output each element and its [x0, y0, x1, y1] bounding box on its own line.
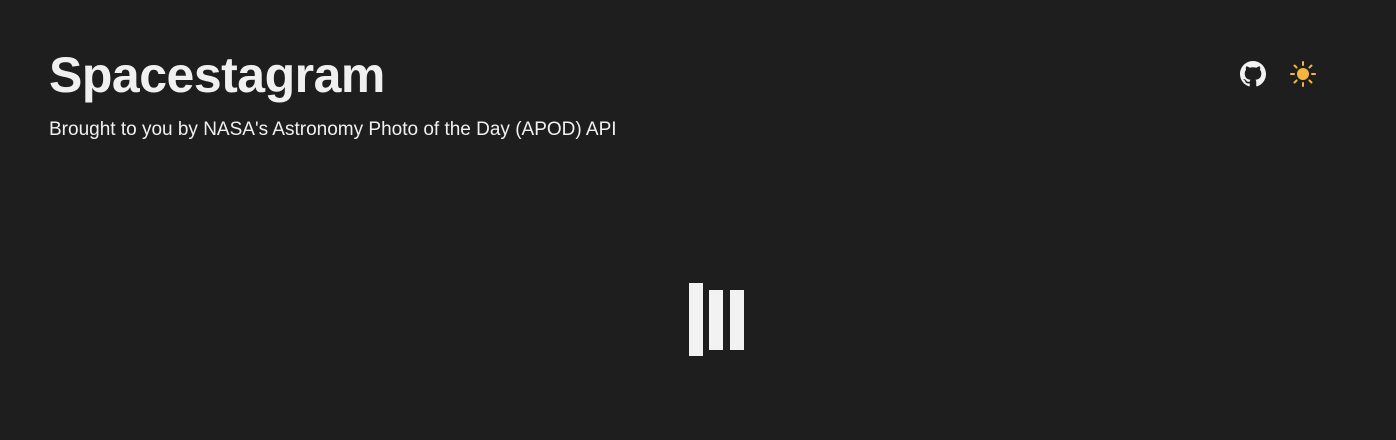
page: Spacestagram Brought to you by NASA's As…: [0, 0, 1396, 440]
page-subtitle: Brought to you by NASA's Astronomy Photo…: [49, 119, 617, 140]
github-icon: [1240, 61, 1266, 87]
header-actions: [1238, 59, 1318, 89]
theme-toggle-button[interactable]: [1288, 59, 1318, 89]
sun-icon: [1290, 61, 1316, 87]
loading-bars-icon: [689, 282, 745, 356]
loader-bar: [709, 290, 723, 350]
loader-bar: [689, 283, 703, 356]
loader-bar: [730, 290, 744, 350]
page-title: Spacestagram: [49, 47, 385, 103]
github-link-button[interactable]: [1238, 59, 1268, 89]
site-header: Spacestagram Brought to you by NASA's As…: [49, 44, 617, 142]
